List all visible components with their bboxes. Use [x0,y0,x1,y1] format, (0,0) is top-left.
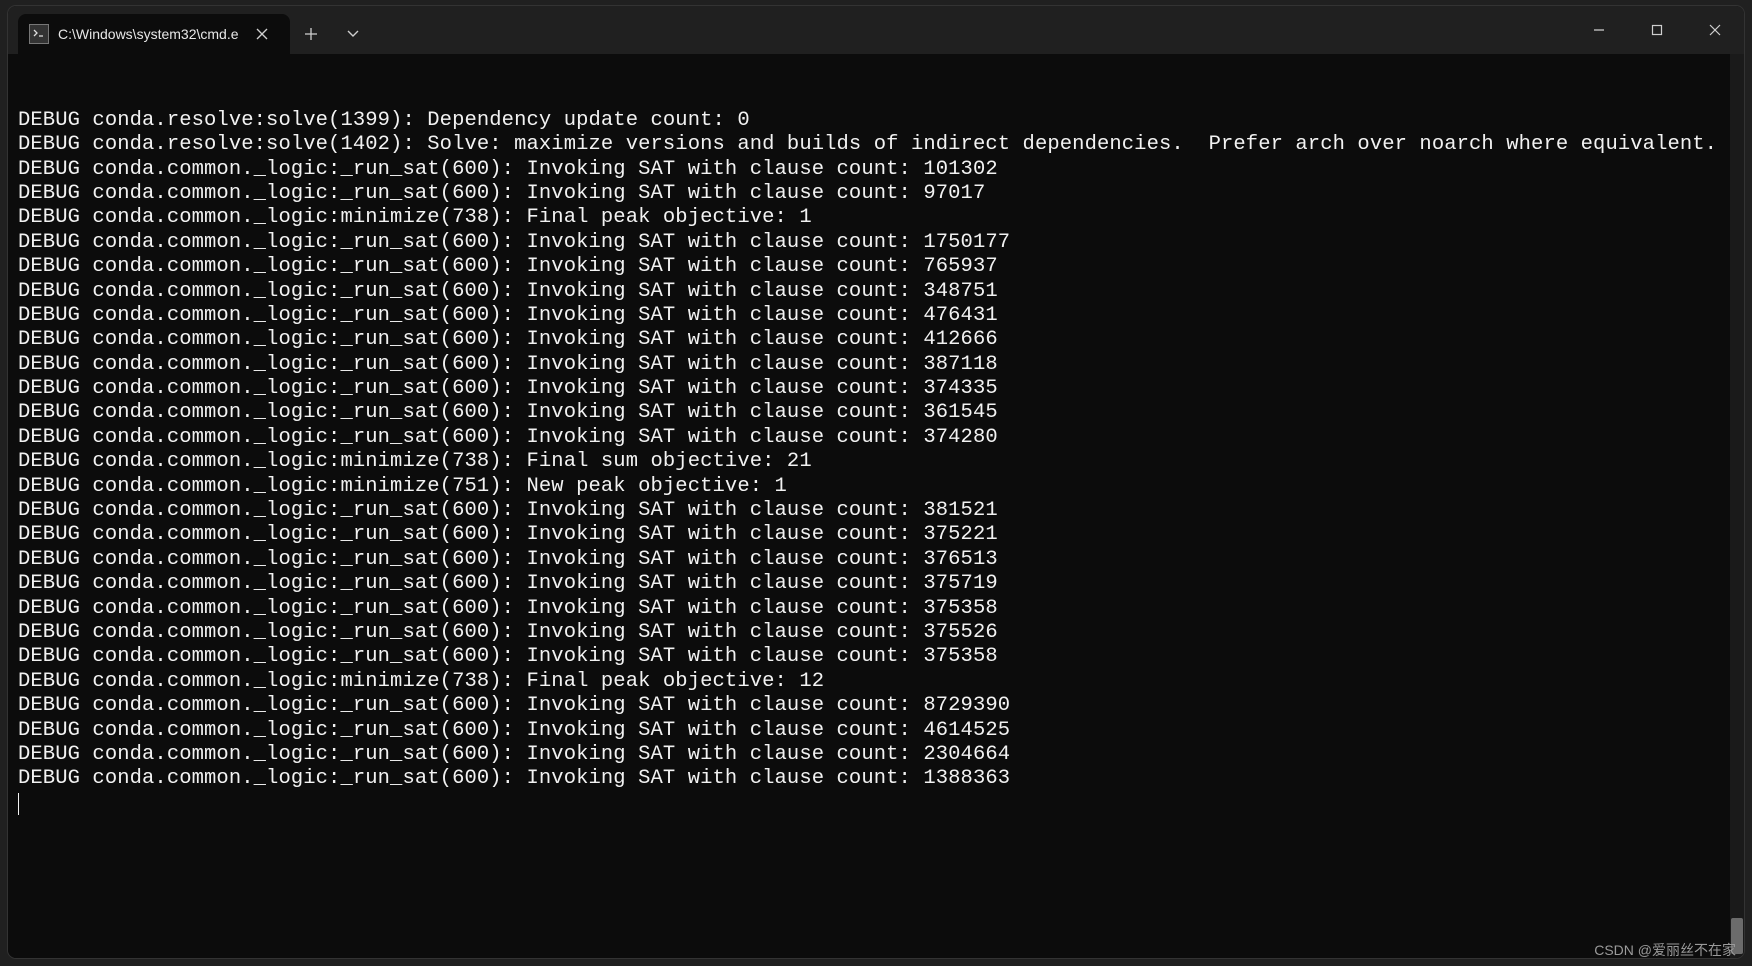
tabs-row: C:\Windows\system32\cmd.e [8,6,1570,54]
tab-dropdown-button[interactable] [332,14,374,54]
chevron-down-icon [347,30,359,38]
terminal-window: C:\Windows\system32\cmd.e [8,6,1744,958]
window-controls [1570,6,1744,54]
plus-icon [304,27,318,41]
minimize-button[interactable] [1570,6,1628,54]
close-icon [256,28,268,40]
close-icon [1709,24,1721,36]
tab-active[interactable]: C:\Windows\system32\cmd.e [18,14,290,54]
window-close-button[interactable] [1686,6,1744,54]
cmd-icon [30,25,48,43]
scrollbar-track[interactable] [1730,54,1744,958]
cursor [18,793,19,815]
watermark: CSDN @爱丽丝不在家 [1594,940,1736,960]
maximize-icon [1651,24,1663,36]
minimize-icon [1593,24,1605,36]
maximize-button[interactable] [1628,6,1686,54]
terminal-output[interactable]: DEBUG conda.resolve:solve(1399): Depende… [8,54,1744,958]
tab-close-button[interactable] [248,20,276,48]
titlebar: C:\Windows\system32\cmd.e [8,6,1744,54]
new-tab-button[interactable] [290,14,332,54]
terminal-text: DEBUG conda.resolve:solve(1399): Depende… [18,109,1734,792]
tab-title: C:\Windows\system32\cmd.e [58,26,238,42]
